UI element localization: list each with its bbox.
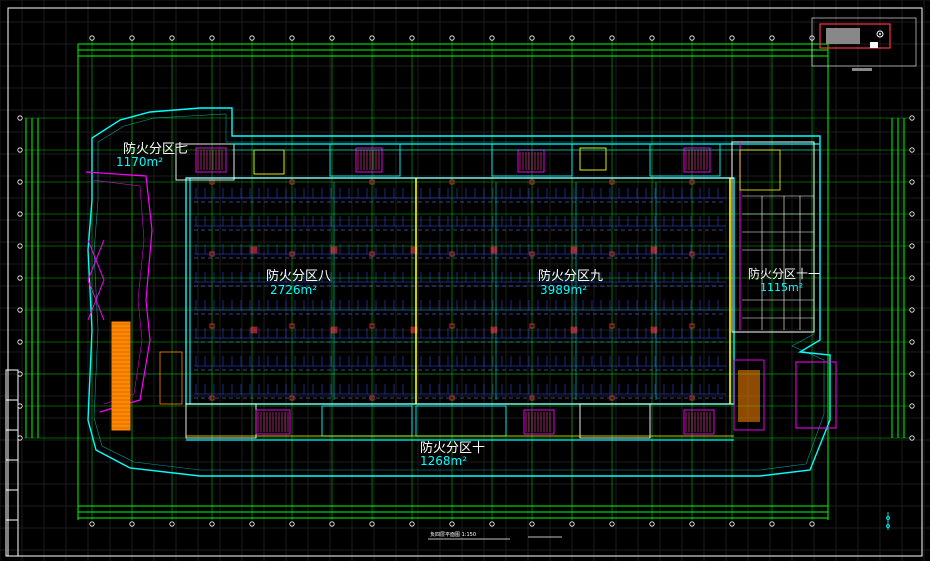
- axis-bubble-bottom: [409, 521, 415, 527]
- axis-bubble-left: [17, 403, 23, 409]
- axis-bubble-top: [729, 35, 735, 41]
- column-marker: [570, 326, 578, 334]
- axis-bubble-bottom: [529, 521, 535, 527]
- axis-bubble-top: [409, 35, 415, 41]
- column-marker: [250, 246, 258, 254]
- fire-zone-8-name: 防火分区八: [266, 268, 331, 284]
- axis-bubble-right: [909, 147, 915, 153]
- axis-bubble-left: [17, 371, 23, 377]
- axis-bubble-right: [909, 179, 915, 185]
- axis-bubble-right: [909, 339, 915, 345]
- axis-bubble-bottom: [649, 521, 655, 527]
- fire-zone-10-area: 1268m²: [420, 454, 467, 468]
- axis-bubble-bottom: [569, 521, 575, 527]
- fire-zone-9-name: 防火分区九: [538, 268, 603, 284]
- axis-bubble-right: [909, 435, 915, 441]
- axis-bubble-bottom: [369, 521, 375, 527]
- axis-bubble-right: [909, 115, 915, 121]
- axis-bubble-top: [209, 35, 215, 41]
- axis-bubble-top: [129, 35, 135, 41]
- cad-drawing-canvas: 防火分区七 1170m² 防火分区八 2726m² 防火分区九 3989m² 防…: [0, 0, 930, 561]
- axis-bubble-bottom: [249, 521, 255, 527]
- axis-bubble-bottom: [89, 521, 95, 527]
- axis-bubble-top: [569, 35, 575, 41]
- fire-zone-11-area: 1115m²: [760, 281, 803, 294]
- axis-bubble-left: [17, 243, 23, 249]
- axis-bubble-top: [169, 35, 175, 41]
- axis-bubble-left: [17, 307, 23, 313]
- axis-bubble-left: [17, 275, 23, 281]
- axis-bubble-top: [649, 35, 655, 41]
- fire-zone-8-area: 2726m²: [270, 283, 317, 297]
- axis-bubble-right: [909, 307, 915, 313]
- axis-bubble-top: [489, 35, 495, 41]
- column-marker: [330, 326, 338, 334]
- axis-bubble-top: [449, 35, 455, 41]
- axis-bubble-bottom: [809, 521, 815, 527]
- axis-bubble-left: [17, 179, 23, 185]
- axis-bubble-top: [329, 35, 335, 41]
- axis-bubble-bottom: [729, 521, 735, 527]
- fire-zone-9-area: 3989m²: [540, 283, 587, 297]
- axis-bubble-right: [909, 243, 915, 249]
- column-marker: [650, 326, 658, 334]
- axis-bubble-left: [17, 211, 23, 217]
- axis-bubble-top: [249, 35, 255, 41]
- axis-bubble-top: [369, 35, 375, 41]
- column-marker: [250, 326, 258, 334]
- axis-bubble-top: [289, 35, 295, 41]
- axis-bubble-bottom: [129, 521, 135, 527]
- fire-zone-7-area: 1170m²: [116, 155, 163, 169]
- axis-bubble-bottom: [689, 521, 695, 527]
- axis-bubble-left: [17, 339, 23, 345]
- axis-bubble-right: [909, 371, 915, 377]
- axis-bubble-right: [909, 211, 915, 217]
- column-marker: [330, 246, 338, 254]
- axis-bubble-left: [17, 115, 23, 121]
- axis-bubble-top: [609, 35, 615, 41]
- axis-bubble-top: [89, 35, 95, 41]
- axis-bubble-top: [529, 35, 535, 41]
- axis-bubble-left: [17, 147, 23, 153]
- axis-bubble-bottom: [769, 521, 775, 527]
- column-marker: [650, 246, 658, 254]
- axis-bubble-right: [909, 275, 915, 281]
- column-marker: [490, 246, 498, 254]
- axis-bubble-left: [17, 435, 23, 441]
- axis-bubble-top: [769, 35, 775, 41]
- fire-zone-11-name: 防火分区十一: [748, 266, 820, 281]
- axis-bubble-top: [689, 35, 695, 41]
- axis-bubble-right: [909, 403, 915, 409]
- axis-bubble-bottom: [329, 521, 335, 527]
- axis-bubble-bottom: [209, 521, 215, 527]
- column-marker: [490, 326, 498, 334]
- axis-bubble-bottom: [489, 521, 495, 527]
- axis-bubble-bottom: [289, 521, 295, 527]
- sheet-title: 负四层平面图 1:150: [430, 531, 476, 538]
- axis-bubble-bottom: [169, 521, 175, 527]
- column-marker: [570, 246, 578, 254]
- axis-bubble-bottom: [449, 521, 455, 527]
- axis-bubble-bottom: [609, 521, 615, 527]
